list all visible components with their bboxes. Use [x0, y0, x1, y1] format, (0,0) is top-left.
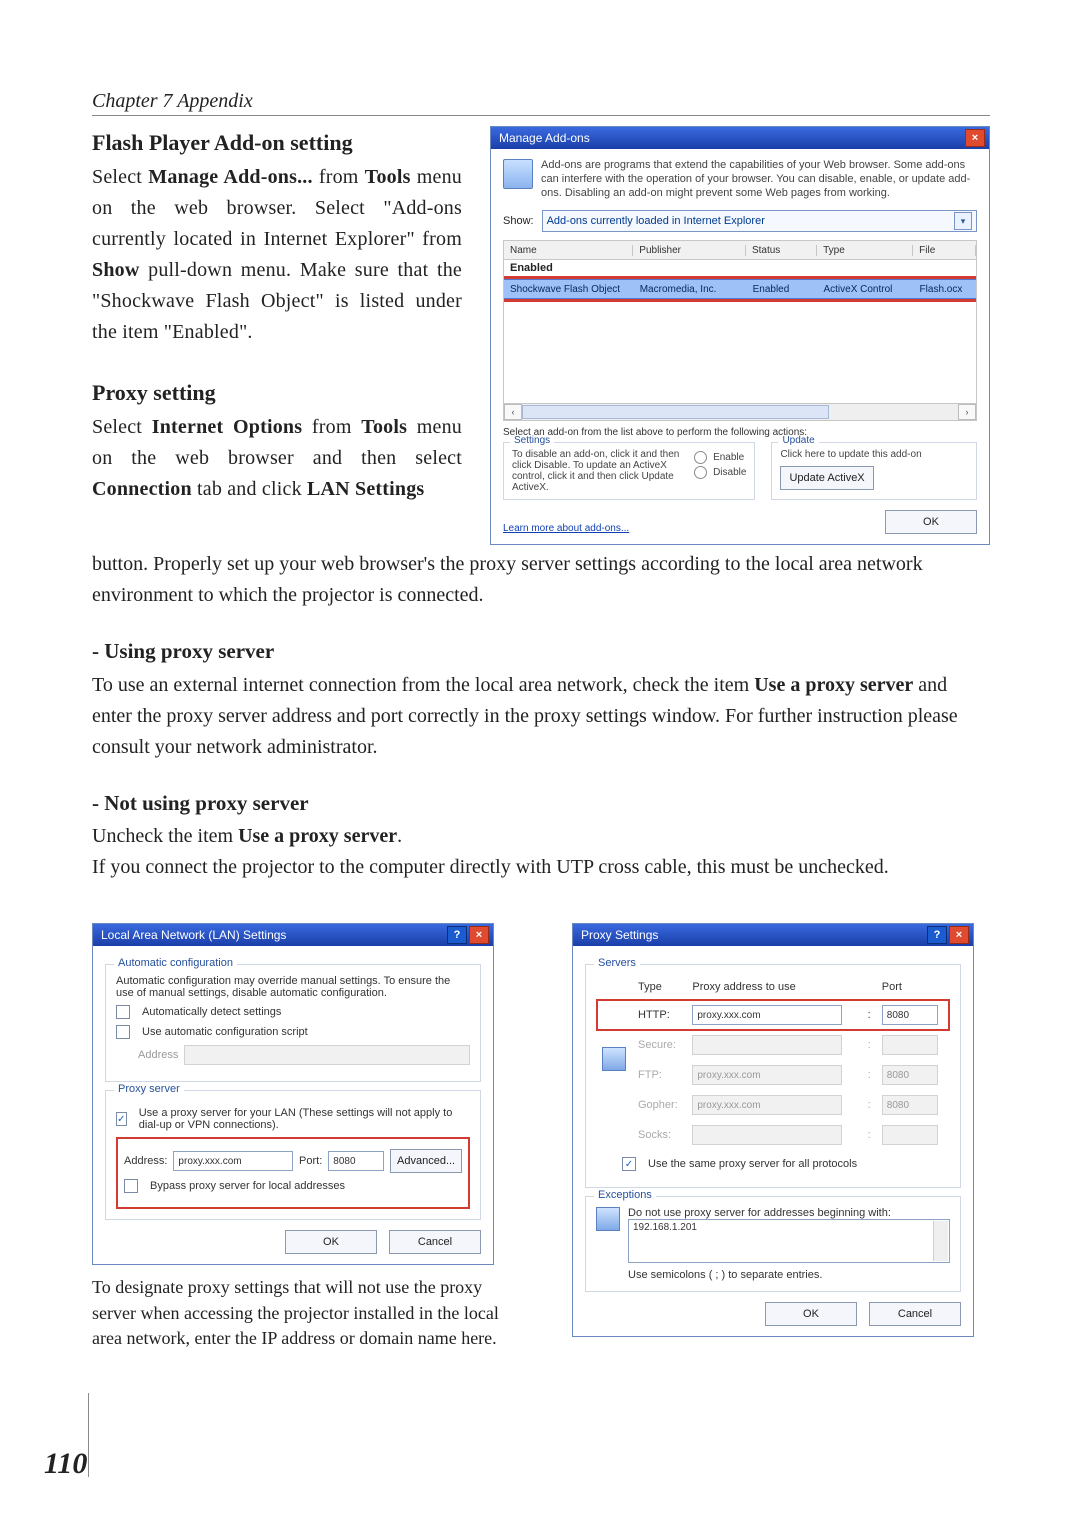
ok-button[interactable]: OK [885, 510, 977, 534]
ok-button[interactable]: OK [765, 1302, 857, 1326]
exceptions-group: Exceptions Do not use proxy server for a… [585, 1196, 961, 1292]
proxy-body-rest: button. Properly set up your web browser… [92, 549, 990, 611]
help-icon[interactable]: ? [447, 926, 467, 944]
ftp-address-input: proxy.xxx.com [692, 1065, 842, 1085]
cancel-button[interactable]: Cancel [869, 1302, 961, 1326]
proxy-heading: Proxy setting [92, 376, 462, 410]
highlight-box: Address: proxy.xxx.com Port: 8080 Advanc… [116, 1137, 470, 1209]
flash-body: Select Manage Add-ons... from Tools menu… [92, 162, 462, 348]
v-scrollbar[interactable] [933, 1221, 948, 1261]
exceptions-input[interactable]: 192.168.1.201 [628, 1219, 950, 1263]
secure-port-input [882, 1035, 938, 1055]
exceptions-label: Do not use proxy server for addresses be… [628, 1207, 950, 1219]
h-scrollbar[interactable]: ‹ › [504, 403, 976, 420]
address-label: Address [138, 1049, 178, 1061]
page-rule [88, 1393, 89, 1477]
proxy-server-group: Proxy server Use a proxy server for your… [105, 1090, 481, 1220]
auto-config-group: Automatic configuration Automatic config… [105, 964, 481, 1082]
proxy-address-input[interactable]: proxy.xxx.com [173, 1151, 293, 1171]
servers-icon [602, 1047, 626, 1071]
gopher-address-input: proxy.xxx.com [692, 1095, 842, 1115]
flash-heading: Flash Player Add-on setting [92, 126, 462, 160]
address-label: Address: [124, 1155, 167, 1167]
chapter-label: Chapter 7 Appendix [92, 90, 253, 112]
show-value: Add-ons currently loaded in Internet Exp… [547, 215, 765, 227]
bypass-checkbox[interactable] [124, 1179, 138, 1193]
proxy-port-input[interactable]: 8080 [328, 1151, 384, 1171]
disable-radio[interactable] [694, 466, 707, 479]
addons-list[interactable]: Enabled Shockwave Flash Object Macromedi… [503, 259, 977, 421]
exceptions-note: Use semicolons ( ; ) to separate entries… [628, 1269, 950, 1281]
update-activex-button[interactable]: Update ActiveX [780, 466, 873, 490]
auto-script-checkbox[interactable] [116, 1025, 130, 1039]
scroll-right-icon[interactable]: › [958, 404, 976, 420]
ok-button[interactable]: OK [285, 1230, 377, 1254]
advanced-button[interactable]: Advanced... [390, 1149, 462, 1173]
secure-address-input [692, 1035, 842, 1055]
proxy-settings-window: Proxy Settings ? × Servers Type Proxy ad… [572, 923, 974, 1337]
http-address-input[interactable]: proxy.xxx.com [692, 1005, 842, 1025]
addons-icon [503, 159, 533, 189]
notusing-line2: If you connect the projector to the comp… [92, 852, 990, 883]
close-icon[interactable]: × [469, 926, 489, 944]
gopher-port-input: 8080 [882, 1095, 938, 1115]
script-address-input [184, 1045, 470, 1065]
show-label: Show: [503, 215, 534, 227]
caption-text: To designate proxy settings that will no… [92, 1275, 512, 1351]
update-fieldset: Update Click here to update this add-on … [771, 442, 977, 500]
enable-radio[interactable] [694, 451, 707, 464]
using-text: To use an external internet connection f… [92, 670, 990, 763]
addon-row-selected[interactable]: Shockwave Flash Object Macromedia, Inc. … [504, 279, 976, 299]
window-title: Proxy Settings [581, 928, 658, 942]
cancel-button[interactable]: Cancel [389, 1230, 481, 1254]
help-icon[interactable]: ? [927, 926, 947, 944]
show-select[interactable]: Add-ons currently loaded in Internet Exp… [542, 210, 977, 232]
socks-port-input [882, 1125, 938, 1145]
close-icon[interactable]: × [949, 926, 969, 944]
chevron-down-icon[interactable]: ▾ [954, 212, 972, 230]
exceptions-icon [596, 1207, 620, 1231]
servers-group: Servers Type Proxy address to use Port [585, 964, 961, 1188]
same-proxy-checkbox[interactable] [622, 1157, 636, 1171]
close-icon[interactable]: × [965, 129, 985, 147]
notusing-heading: - Not using proxy server [92, 787, 990, 820]
auto-detect-checkbox[interactable] [116, 1005, 130, 1019]
port-label: Port: [299, 1155, 322, 1167]
http-port-input[interactable]: 8080 [882, 1005, 938, 1025]
group-enabled: Enabled [504, 260, 976, 276]
ftp-port-input: 8080 [882, 1065, 938, 1085]
manage-addons-window: Manage Add-ons × Add-ons are programs th… [490, 126, 990, 545]
using-heading: - Using proxy server [92, 635, 990, 668]
use-proxy-checkbox[interactable] [116, 1112, 127, 1126]
scroll-left-icon[interactable]: ‹ [504, 404, 522, 420]
addons-intro: Add-ons are programs that extend the cap… [541, 159, 977, 200]
lan-settings-window: Local Area Network (LAN) Settings ? × Au… [92, 923, 494, 1265]
learn-more-link[interactable]: Learn more about add-ons... [503, 523, 629, 534]
notusing-line1: Uncheck the item Use a proxy server. [92, 821, 990, 852]
window-title: Manage Add-ons [499, 131, 590, 145]
window-title: Local Area Network (LAN) Settings [101, 928, 286, 942]
socks-address-input [692, 1125, 842, 1145]
settings-fieldset: Settings To disable an add-on, click it … [503, 442, 755, 500]
proxy-body-left: Select Internet Options from Tools menu … [92, 412, 462, 505]
addons-hint: Select an add-on from the list above to … [503, 427, 977, 438]
page-number: 110 [44, 1447, 87, 1481]
addons-list-header: Name Publisher Status Type File [503, 240, 977, 259]
